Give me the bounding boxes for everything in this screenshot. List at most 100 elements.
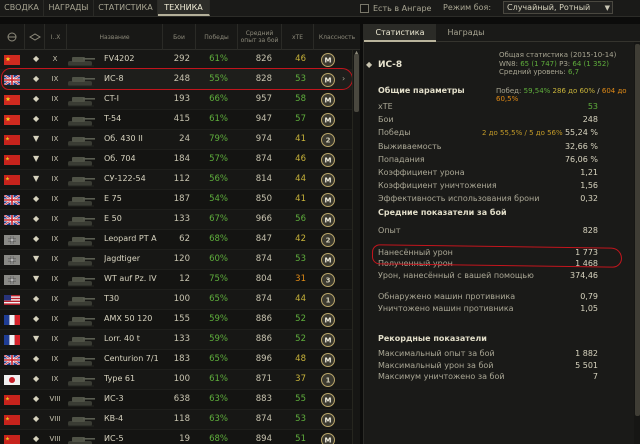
damage-highlight-annotation bbox=[371, 244, 623, 268]
nation-flag-icon bbox=[4, 55, 20, 65]
vehicle-type-icon: ▼ bbox=[33, 154, 40, 163]
table-row[interactable]: ◆ IX E 50 133 67% 966 56 M bbox=[0, 210, 352, 230]
tab-vehicle-stats[interactable]: Статистика bbox=[364, 24, 436, 42]
mastery-badge-icon: M bbox=[321, 53, 335, 67]
table-row[interactable]: ◆ VIII ИС-3 638 63% 883 55 M bbox=[0, 390, 352, 410]
battle-mode-select[interactable]: Случайный, Ротный ▼ bbox=[503, 1, 613, 14]
vehicle-xte: 44 bbox=[295, 294, 306, 304]
table-scrollbar[interactable]: ▲ bbox=[352, 50, 360, 444]
vehicle-wins: 59% bbox=[209, 314, 228, 324]
tank-thumbnail-icon bbox=[68, 297, 95, 307]
table-row[interactable]: ◆ IX Type 61 100 61% 871 37 1 bbox=[0, 370, 352, 390]
vehicle-type-icon: ▼ bbox=[33, 254, 40, 263]
general-stats-title: Общая статистика (2015-10-14) bbox=[499, 51, 617, 59]
vehicle-tier: IX bbox=[51, 95, 59, 103]
vehicle-tier: IX bbox=[51, 135, 59, 143]
vehicle-avg-xp: 874 bbox=[255, 294, 272, 304]
tank-thumbnail-icon bbox=[68, 217, 95, 227]
vehicle-type-icon: ▼ bbox=[33, 174, 40, 183]
table-row[interactable]: ▼ IX СУ-122-54 112 56% 814 44 M bbox=[0, 170, 352, 190]
hangar-filter[interactable]: Есть в Ангаре bbox=[360, 3, 431, 14]
wn8-value: 65 (1 747) bbox=[520, 59, 557, 68]
vehicle-tier: IX bbox=[51, 155, 59, 163]
table-row[interactable]: ▼ IX Jagdtiger 120 60% 874 53 M bbox=[0, 250, 352, 270]
stat-label: Обнаружено машин противника bbox=[378, 292, 516, 302]
tank-thumbnail-icon bbox=[68, 357, 95, 367]
hangar-label: Есть в Ангаре bbox=[373, 4, 432, 13]
table-row[interactable]: ▼ IX WT auf Pz. IV 12 75% 804 31 3 bbox=[0, 270, 352, 290]
vehicle-avg-xp: 966 bbox=[255, 214, 272, 224]
table-row[interactable]: ▼ IX Lorr. 40 t 133 59% 886 52 M bbox=[0, 330, 352, 350]
panel-scrollbar-thumb[interactable] bbox=[635, 44, 640, 416]
table-row[interactable]: ◆ IX T-54 415 61% 947 57 M bbox=[0, 110, 352, 130]
vehicle-wins: 63% bbox=[209, 394, 228, 404]
vehicle-name: T30 bbox=[104, 294, 120, 303]
vehicle-wins: 54% bbox=[209, 194, 228, 204]
tank-thumbnail-icon bbox=[68, 277, 95, 287]
table-row[interactable]: ◆ VIII КВ-4 118 63% 874 53 M bbox=[0, 410, 352, 430]
vehicle-tier: IX bbox=[51, 115, 59, 123]
svg-text:M: M bbox=[325, 97, 332, 105]
table-row[interactable]: ◆ IX E 75 187 54% 850 41 M bbox=[0, 190, 352, 210]
col-avg-xp[interactable]: Средний опыт за бой bbox=[237, 24, 281, 50]
vehicle-avg-xp: 957 bbox=[255, 94, 272, 104]
type-sort-icon[interactable] bbox=[24, 24, 44, 50]
svg-text:1: 1 bbox=[326, 377, 331, 385]
table-row[interactable]: ◆ IX T30 100 65% 874 44 1 bbox=[0, 290, 352, 310]
svg-text:M: M bbox=[325, 257, 332, 265]
stat-value: 53 bbox=[587, 102, 598, 111]
vehicle-avg-xp: 847 bbox=[255, 234, 272, 244]
wins-summary-to-60: 286 до 60% bbox=[552, 87, 596, 95]
vehicle-xte: 37 bbox=[295, 374, 306, 384]
table-row[interactable]: ◆ IX Leopard PT A 62 68% 847 42 2 bbox=[0, 230, 352, 250]
col-battles[interactable]: Бои bbox=[162, 24, 195, 50]
stat-value: 1,21 bbox=[580, 168, 598, 177]
vehicle-tier: IX bbox=[51, 375, 59, 383]
col-name[interactable]: Название bbox=[66, 24, 162, 50]
mastery-badge-icon: M bbox=[321, 353, 335, 367]
mastery-badge-icon: 2 bbox=[321, 233, 335, 247]
table-row[interactable]: ◆ VIII ИС-5 19 68% 894 51 M bbox=[0, 430, 352, 444]
svg-text:M: M bbox=[325, 177, 332, 185]
nation-sort-icon[interactable] bbox=[2, 24, 22, 50]
vehicle-xte: 53 bbox=[295, 414, 306, 424]
vehicle-xte: 52 bbox=[295, 314, 306, 324]
svg-text:M: M bbox=[325, 317, 332, 325]
table-row[interactable]: ▼ IX Об. 704 184 57% 874 46 M bbox=[0, 150, 352, 170]
col-mastery[interactable]: Классность bbox=[313, 24, 360, 50]
tab-summary[interactable]: СВОДКА bbox=[0, 0, 44, 16]
table-scrollbar-thumb[interactable] bbox=[354, 54, 359, 112]
tank-thumbnail-icon bbox=[68, 137, 95, 147]
vehicle-wins: 61% bbox=[209, 374, 228, 384]
vehicle-type-icon: ◆ bbox=[33, 114, 40, 123]
vehicle-wins: 68% bbox=[209, 234, 228, 244]
vehicle-type-icon: ◆ bbox=[33, 434, 40, 443]
table-row[interactable]: ◆ IX Centurion 7/1 183 65% 896 48 M bbox=[0, 350, 352, 370]
panel-scrollbar[interactable] bbox=[634, 42, 640, 444]
table-row[interactable]: ◆ X FV4202 292 61% 826 46 M bbox=[0, 50, 352, 70]
nation-flag-icon bbox=[4, 235, 20, 245]
col-wins[interactable]: Победы bbox=[195, 24, 237, 50]
stat-label: Выживаемость bbox=[378, 141, 442, 151]
vehicle-name: T-54 bbox=[104, 114, 122, 123]
table-row[interactable]: ◆ IX CT-I 193 66% 957 58 M bbox=[0, 90, 352, 110]
tab-awards[interactable]: НАГРАДЫ bbox=[44, 0, 94, 16]
table-row[interactable]: ▼ IX Об. 430 II 24 79% 974 41 2 bbox=[0, 130, 352, 150]
avg-level-line: Средний уровень: 6,7 bbox=[499, 68, 616, 77]
stat-value: 374,46 bbox=[570, 270, 598, 280]
nation-flag-icon bbox=[4, 395, 20, 405]
vehicle-wins: 57% bbox=[209, 154, 228, 164]
vehicle-battles: 184 bbox=[173, 154, 190, 164]
svg-text:M: M bbox=[325, 57, 332, 65]
vehicle-name: Type 61 bbox=[104, 374, 136, 383]
table-row[interactable]: ◆ IX AMX 50 120 155 59% 886 52 M bbox=[0, 310, 352, 330]
tab-vehicles[interactable]: ТЕХНИКА bbox=[158, 0, 210, 16]
col-xte[interactable]: xTE bbox=[281, 24, 313, 50]
svg-text:M: M bbox=[325, 437, 332, 444]
vehicle-wins: 68% bbox=[209, 434, 228, 444]
hangar-checkbox[interactable] bbox=[360, 4, 369, 13]
tab-statistics[interactable]: СТАТИСТИКА bbox=[94, 0, 158, 16]
col-tier[interactable]: I..X bbox=[44, 24, 66, 50]
tab-vehicle-awards[interactable]: Награды bbox=[436, 24, 496, 42]
nation-flag-icon bbox=[4, 295, 20, 305]
